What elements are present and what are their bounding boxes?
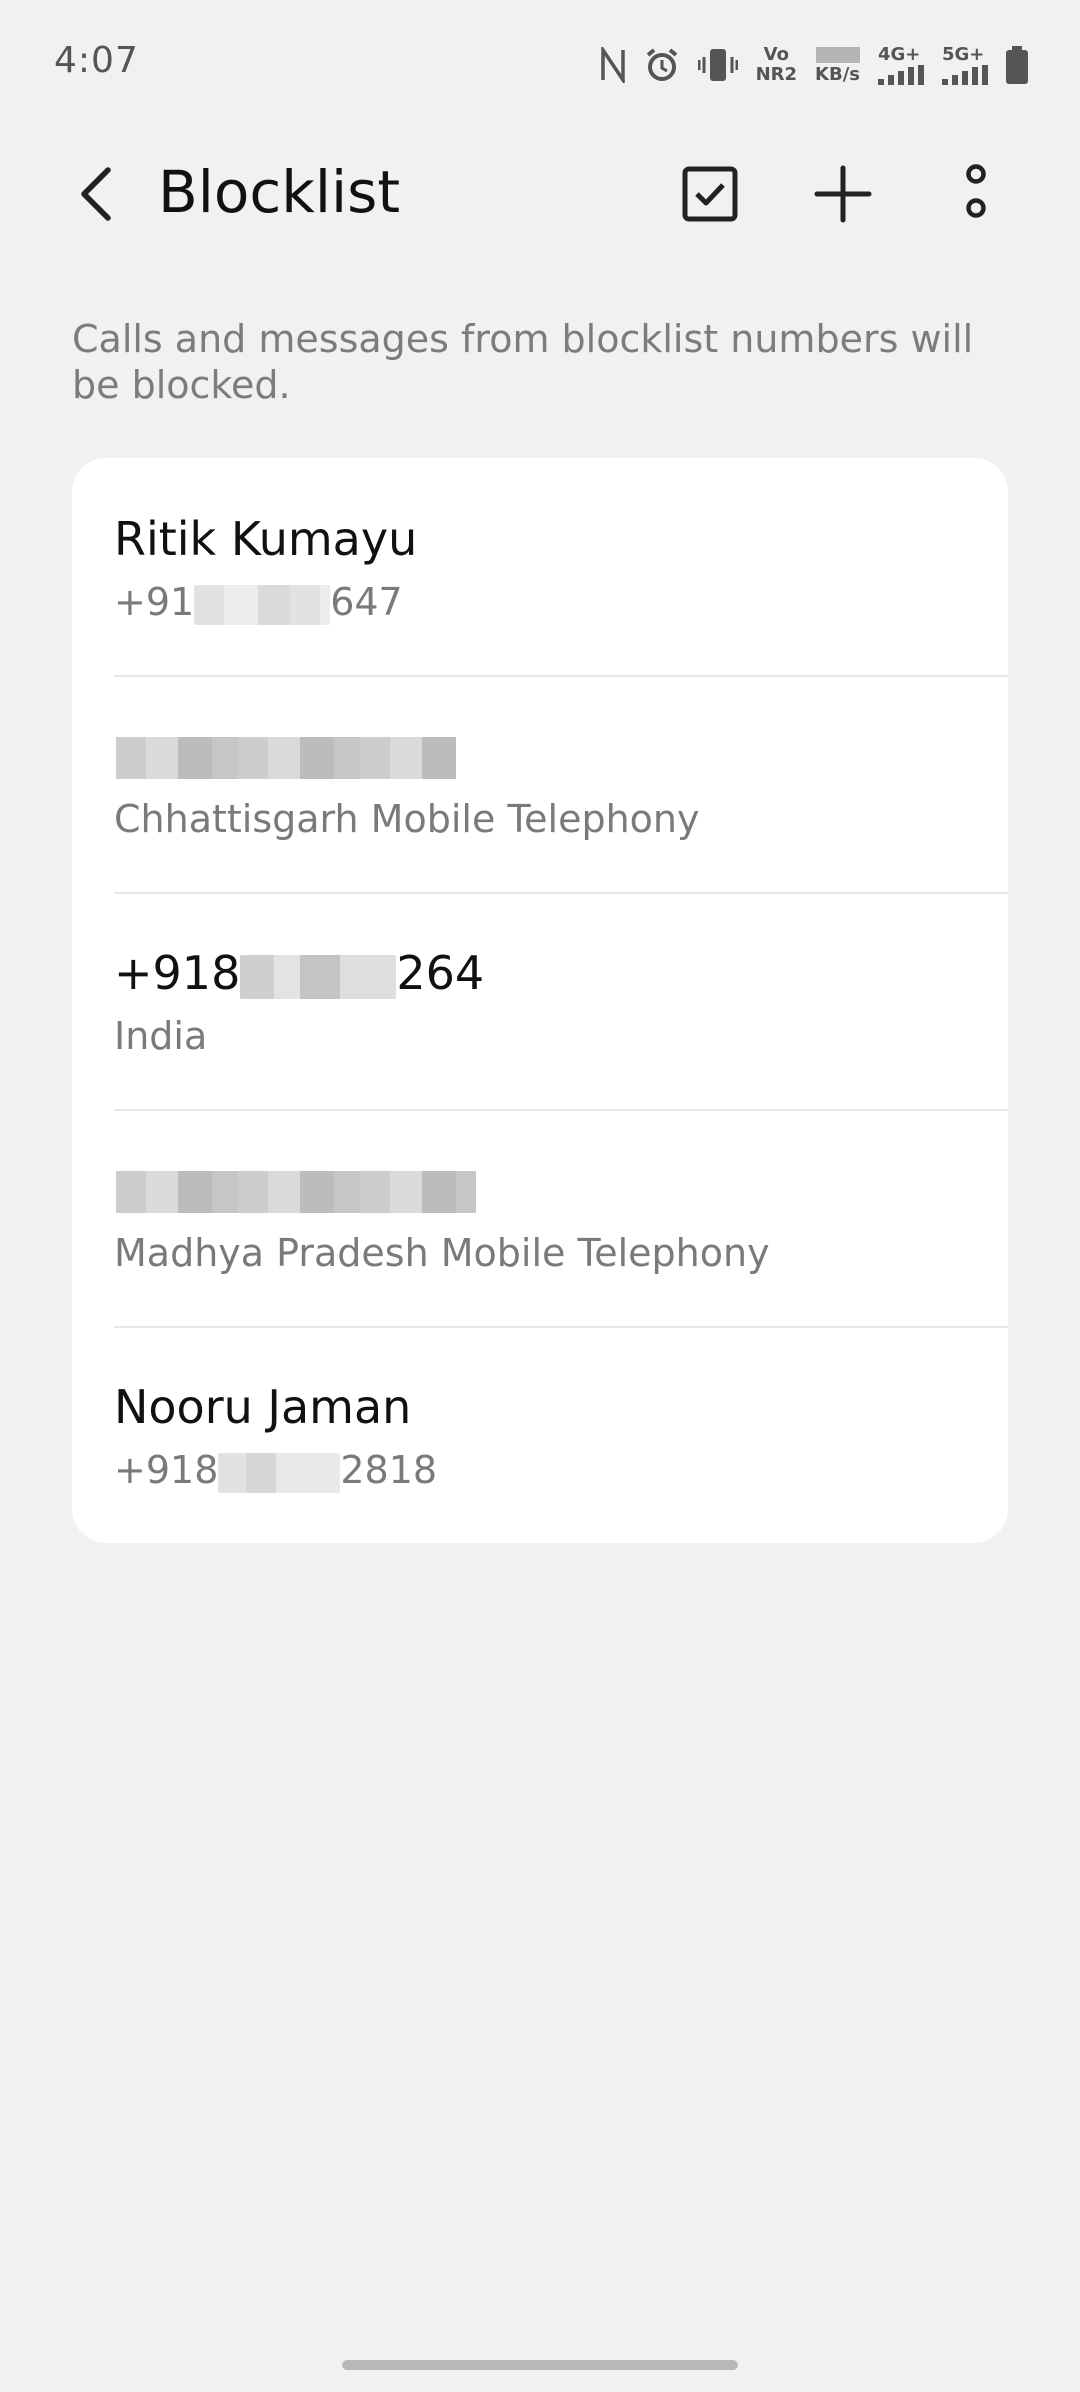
page-title: Blocklist: [158, 158, 401, 226]
blocklist-card: Ritik Kumayu +91 647 Chhattisgarh Mobile …: [72, 458, 1008, 1543]
network-speed-icon: KB/s: [815, 45, 860, 85]
nfc-icon: [600, 47, 626, 83]
carrier-label: Chhattisgarh Mobile Telephony: [114, 797, 700, 841]
phone-number: +918 264: [114, 946, 485, 1000]
add-button[interactable]: [807, 160, 879, 232]
back-button[interactable]: [60, 160, 132, 232]
carrier-label: Madhya Pradesh Mobile Telephony: [114, 1231, 770, 1275]
blocklist-description: Calls and messages from blocklist number…: [72, 317, 974, 407]
battery-icon: [1006, 46, 1028, 84]
blocklist-item[interactable]: +918 264 India: [72, 892, 1008, 1109]
blocklist-item[interactable]: Ritik Kumayu +91 647: [72, 458, 1008, 675]
contact-name: Ritik Kumayu: [114, 512, 418, 566]
checkbox-icon: [682, 166, 738, 226]
alarm-icon: [644, 47, 680, 83]
redacted-digits: [194, 584, 331, 625]
status-time: 4:07: [54, 40, 139, 81]
chevron-left-icon: [76, 164, 116, 228]
select-button[interactable]: [674, 160, 746, 232]
redacted-digits: [218, 1452, 341, 1493]
blocklist-item[interactable]: Madhya Pradesh Mobile Telephony: [72, 1109, 1008, 1326]
signal-4g-icon: 4G+: [878, 45, 924, 85]
phone-number: +91 647: [114, 580, 403, 625]
status-icons: Vo NR2 KB/s 4G+ 5G+: [600, 40, 1028, 90]
redacted-number: [116, 1171, 476, 1213]
blocklist-item[interactable]: Chhattisgarh Mobile Telephony: [72, 675, 1008, 892]
volte-icon: Vo NR2: [755, 44, 798, 85]
status-bar: 4:07 Vo NR2 KB/s 4G+ 5G+: [0, 0, 1080, 130]
region-label: India: [114, 1014, 208, 1058]
app-header: Blocklist: [0, 150, 1080, 240]
more-vertical-icon: [961, 164, 991, 228]
phone-number: +918 2818: [114, 1448, 438, 1493]
vibrate-icon: [697, 47, 738, 83]
signal-5g-icon: 5G+: [942, 45, 988, 85]
home-indicator[interactable]: [342, 2360, 738, 2370]
redacted-number: [116, 737, 456, 779]
plus-icon: [814, 165, 872, 227]
contact-name: Nooru Jaman: [114, 1380, 412, 1434]
blocklist-item[interactable]: Nooru Jaman +918 2818: [72, 1326, 1008, 1543]
more-options-button[interactable]: [940, 160, 1012, 232]
redacted-digits: [240, 954, 397, 999]
